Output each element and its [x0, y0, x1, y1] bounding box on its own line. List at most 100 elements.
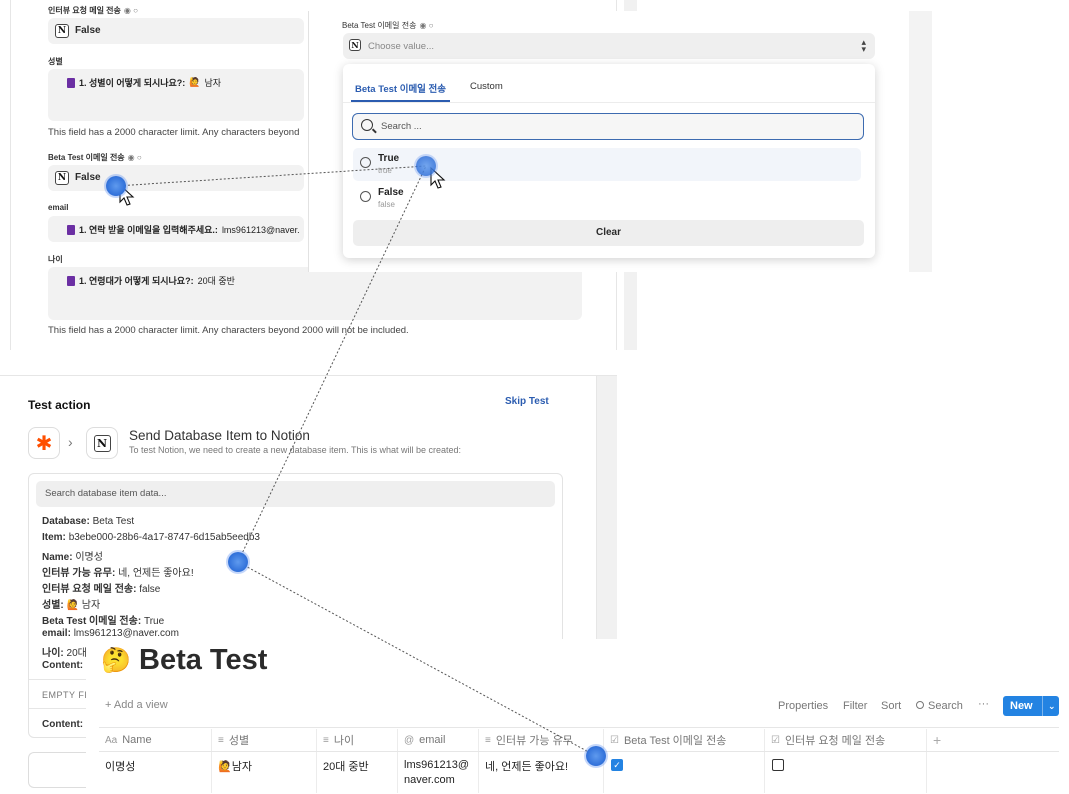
cell-email[interactable]: lms961213@ naver.com	[398, 752, 479, 793]
field-label-email: email	[48, 203, 69, 212]
cell-age[interactable]: 20대 중반	[317, 752, 398, 793]
more-options-icon[interactable]: ···	[978, 698, 989, 710]
column-header-beta[interactable]: ☑ Beta Test 이메일 전송	[604, 729, 765, 751]
tab-custom[interactable]: Custom	[470, 81, 503, 92]
clear-button[interactable]: Clear	[353, 220, 864, 246]
action-title: Send Database Item to Notion	[129, 428, 310, 443]
item-search-input[interactable]: Search database item data...	[36, 481, 555, 507]
skip-test-link[interactable]: Skip Test	[505, 396, 549, 407]
new-button[interactable]: New ⌄	[1003, 696, 1059, 716]
column-header-name[interactable]: Aa Name	[99, 729, 212, 751]
age-pill: 1. 연령대가 어떻게 되시나요?: 20대 중반	[67, 274, 235, 287]
char-limit-note: This field has a 2000 character limit. A…	[48, 127, 300, 138]
option-search-placeholder: Search ...	[381, 121, 422, 132]
click-marker	[416, 156, 436, 176]
checkbox-icon: ☑	[610, 734, 619, 746]
item-line: 나이: 20대	[42, 648, 87, 659]
chevron-down-icon[interactable]: ⌄	[1043, 701, 1056, 712]
notion-icon: N	[55, 24, 69, 38]
notion-icon: N	[55, 171, 69, 185]
radio-icon	[360, 157, 371, 168]
table-header-top-border	[99, 727, 1059, 728]
age-input[interactable]: 1. 연령대가 어떻게 되시나요?: 20대 중반	[48, 267, 582, 320]
add-view-button[interactable]: + Add a view	[105, 699, 168, 711]
column-header-email[interactable]: @ email	[398, 729, 479, 751]
checkbox-checked-icon[interactable]: ✓	[611, 759, 623, 771]
cell-gender[interactable]: 🙋남자	[212, 752, 317, 793]
dropdown-field-label: Beta Test 이메일 전송 ◉ ○	[342, 21, 434, 30]
field-label-age: 나이	[48, 255, 63, 264]
beta-input[interactable]: N False	[48, 165, 304, 191]
cell-name[interactable]: 이명성	[99, 752, 212, 793]
notion-icon: N	[349, 39, 361, 51]
tab-beta-test[interactable]: Beta Test 이메일 전송	[355, 81, 446, 95]
column-header-interview-mail[interactable]: ☑ 인터뷰 요청 메일 전송	[765, 729, 927, 751]
cell-interview-mail[interactable]	[765, 752, 927, 793]
email-input[interactable]: 1. 연락 받을 이메일을 입력해주세요.: lms961213@naver.	[48, 216, 304, 242]
radio-icon	[360, 191, 371, 202]
option-search-input[interactable]: Search ...	[352, 113, 864, 140]
at-icon: @	[404, 734, 415, 746]
option-false[interactable]: False false	[353, 182, 861, 215]
choose-value-placeholder: Choose value...	[368, 41, 435, 52]
gender-pill: 1. 성별이 어떻게 되시나요?: 🙋 남자	[67, 76, 221, 89]
column-header-age[interactable]: ≡ 나이	[317, 729, 398, 751]
chevron-right-icon: ›	[68, 434, 73, 450]
properties-button[interactable]: Properties	[778, 700, 828, 712]
email-pill: 1. 연락 받을 이메일을 입력해주세요.: lms961213@naver.	[67, 223, 300, 236]
zapier-app-icon: ✱	[28, 427, 60, 459]
dropdown-panel-right-strip	[909, 11, 932, 272]
sort-button[interactable]: Sort	[881, 700, 901, 712]
gender-emoji: 🙋	[218, 761, 232, 773]
empty-content-label: Content:	[42, 719, 84, 730]
list-icon: ≡	[218, 734, 224, 746]
field-label-beta: Beta Test 이메일 전송 ◉ ○	[48, 153, 142, 162]
gender-input[interactable]: 1. 성별이 어떻게 되시나요?: 🙋 남자	[48, 69, 304, 121]
char-limit-note-full: This field has a 2000 character limit. A…	[48, 325, 409, 336]
cell-beta[interactable]: ✓	[604, 752, 765, 793]
choose-value-select[interactable]: N Choose value... ▴ ▾	[343, 33, 875, 59]
item-line: 성별: 🙋 남자	[42, 600, 101, 611]
item-line: Content:	[42, 660, 84, 671]
interview-mail-value: False	[75, 25, 101, 36]
field-label-interview-mail: 인터뷰 요청 메일 전송 ◉ ○	[48, 6, 138, 15]
test-action-heading: Test action	[28, 398, 91, 412]
page-icon	[67, 224, 75, 235]
checkbox-icon: ☑	[771, 734, 780, 746]
search-button[interactable]: Search	[916, 700, 963, 712]
test-panel-right-strip	[597, 376, 617, 641]
item-line: Name: 이명성	[42, 552, 103, 563]
interview-mail-input[interactable]: N False	[48, 18, 304, 44]
action-subtitle: To test Notion, we need to create a new …	[129, 445, 462, 455]
page-title: Beta Test	[139, 644, 268, 676]
click-marker	[586, 746, 606, 766]
item-line: 인터뷰 요청 메일 전송: false	[42, 584, 161, 595]
select-arrows-icon: ▴ ▾	[861, 37, 866, 54]
page-icon	[67, 77, 75, 88]
search-icon-handle	[372, 128, 377, 134]
search-icon	[916, 701, 924, 709]
column-header-interview[interactable]: ≡ 인터뷰 가능 유무	[479, 729, 604, 751]
item-line: Database: Beta Test	[42, 516, 135, 527]
tab-divider	[343, 102, 875, 103]
form-panel-left-border	[10, 0, 11, 350]
page-icon	[67, 275, 75, 286]
page-emoji: 🤔	[101, 647, 131, 674]
filter-button[interactable]: Filter	[843, 700, 867, 712]
item-line: email: lms961213@naver.com	[42, 628, 179, 639]
list-icon: ≡	[485, 734, 491, 746]
text-icon: Aa	[105, 734, 118, 746]
list-icon: ≡	[323, 734, 329, 746]
notion-app-icon: N	[86, 427, 118, 459]
checkbox-empty-icon[interactable]	[772, 759, 784, 771]
gender-emoji: 🙋	[189, 77, 201, 87]
column-header-gender[interactable]: ≡ 성별	[212, 729, 317, 751]
item-line: Beta Test 이메일 전송: True	[42, 616, 165, 627]
item-line: 인터뷰 가능 유무: 네, 언제든 좋아요!	[42, 568, 194, 579]
add-column-button[interactable]: +	[927, 729, 967, 751]
field-label-gender: 성별	[48, 57, 63, 66]
click-marker	[106, 176, 126, 196]
beta-value: False	[75, 172, 101, 183]
empty-fields-label: EMPTY FI	[42, 690, 88, 700]
click-marker	[228, 552, 248, 572]
